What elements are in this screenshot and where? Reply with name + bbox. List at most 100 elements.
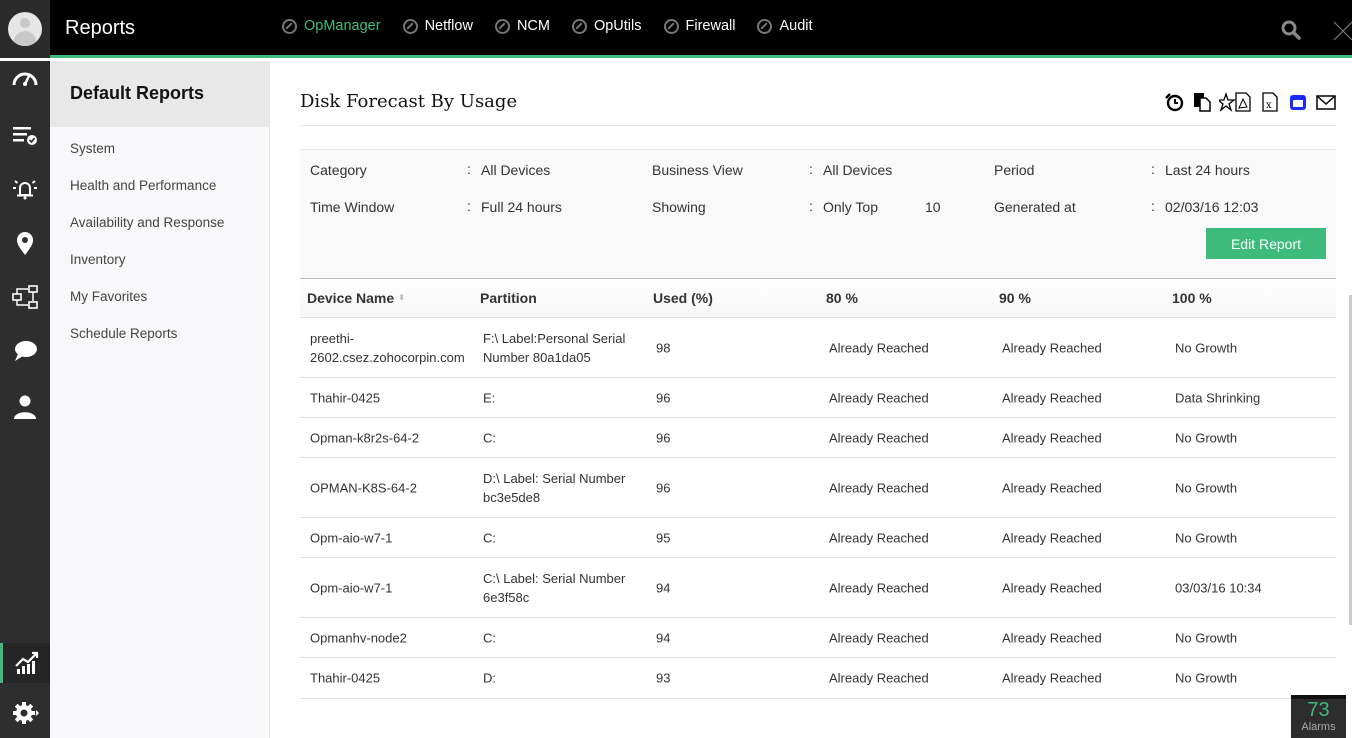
cell-100: No Growth — [1175, 430, 1238, 445]
cell-partition: E: — [483, 390, 496, 405]
nav-label: OpManager — [304, 18, 381, 34]
cell-used: 94 — [656, 580, 671, 595]
print-button[interactable] — [1287, 91, 1309, 113]
compass-icon — [757, 18, 773, 34]
cell-80: Already Reached — [829, 480, 929, 495]
settings-icon — [13, 702, 39, 724]
cell-90: Already Reached — [1002, 340, 1102, 355]
column-100: 100 % — [1172, 290, 1212, 306]
filter-label-generated-at: Generated at — [994, 199, 1076, 215]
rail-alarms[interactable] — [0, 169, 50, 209]
sidebar-item-health-performance[interactable]: Health and Performance — [50, 167, 269, 204]
cell-80: Already Reached — [829, 530, 929, 545]
compass-icon — [282, 18, 297, 34]
reports-sidebar: Default Reports System Health and Perfor… — [50, 61, 270, 738]
cell-100: No Growth — [1175, 480, 1238, 495]
edit-report-button[interactable]: Edit Report — [1206, 228, 1326, 259]
filter-value-generated-at: 02/03/16 12:03 — [1165, 199, 1259, 215]
cell-used: 98 — [656, 340, 671, 355]
app-title: Reports — [65, 17, 136, 39]
nav-label: Audit — [779, 18, 813, 34]
sidebar-item-availability-response[interactable]: Availability and Response — [50, 204, 269, 241]
user-icon — [14, 395, 36, 419]
colon: : — [467, 161, 471, 177]
cell-90: Already Reached — [1002, 390, 1102, 405]
column-label: Device Name — [307, 290, 395, 306]
compass-icon — [663, 18, 679, 34]
report-filters: Category : All Devices Business View : A… — [300, 149, 1336, 279]
cell-90: Already Reached — [1002, 430, 1102, 445]
schedule-button[interactable] — [1163, 91, 1185, 113]
table-row: preethi-2602.csez.zohocorpin.com F:\ Labe… — [300, 318, 1336, 378]
user-avatar-button[interactable] — [0, 0, 50, 58]
nav-oputils[interactable]: OpUtils — [571, 18, 642, 34]
rail-workflow[interactable] — [0, 277, 50, 317]
nav-audit[interactable]: Audit — [757, 18, 813, 34]
email-button[interactable] — [1315, 91, 1337, 113]
sort-icon[interactable]: ⬍ — [398, 293, 405, 302]
cell-partition: D:\ Label: Serial Number bc3e5de8 — [483, 470, 626, 505]
cell-100: No Growth — [1175, 340, 1238, 355]
sidebar-item-my-favorites[interactable]: My Favorites — [50, 278, 269, 315]
filter-label-period: Period — [994, 162, 1035, 178]
excel-button[interactable]: x — [1259, 91, 1281, 113]
cell-80: Already Reached — [829, 430, 929, 445]
cell-100: No Growth — [1175, 670, 1238, 686]
table-body: preethi-2602.csez.zohocorpin.com F:\ Labe… — [300, 318, 1336, 699]
alarms-icon — [13, 180, 37, 200]
table-row: OPMAN-K8S-64-2 D:\ Label: Serial Number b… — [300, 458, 1336, 518]
nav-opmanager[interactable]: OpManager — [282, 18, 381, 34]
inventory-icon — [13, 127, 37, 145]
copy-button[interactable] — [1191, 91, 1213, 113]
table-row: Opmanhv-node2 C: 94 Already Reached Already … — [300, 618, 1336, 658]
table-row: Thahir-0425 E: 96 Already Reached Already Re… — [300, 378, 1336, 418]
table-row: Thahir-0425 D: 93 Already Reached Already Re… — [300, 658, 1336, 699]
filter-label-time-window: Time Window — [310, 199, 395, 215]
nav-firewall[interactable]: Firewall — [663, 18, 735, 34]
close-icon[interactable] — [1332, 20, 1352, 40]
cell-device-name: Opmanhv-node2 — [310, 630, 407, 645]
page-title: Disk Forecast By Usage — [300, 91, 518, 112]
cell-device-name: Thahir-0425 — [310, 390, 381, 405]
divider — [300, 125, 1336, 126]
filter-value-category: All Devices — [481, 162, 551, 178]
favorite-pdf-icon — [1219, 92, 1251, 112]
nav-netflow[interactable]: Netflow — [402, 18, 473, 34]
cell-used: 94 — [656, 630, 671, 645]
nav-ncm[interactable]: NCM — [494, 18, 550, 34]
filter-value-showing-count: 10 — [925, 199, 941, 215]
colon: : — [1151, 161, 1155, 177]
product-nav: OpManager Netflow NCM OpUtils Firewall A… — [282, 18, 835, 34]
column-used: Used (%) — [653, 290, 713, 306]
table-header: Device Name ⬍ Partition Used (%) 80 % 90 … — [300, 279, 1336, 318]
rail-reports[interactable] — [0, 643, 50, 683]
rail-maps[interactable] — [0, 223, 50, 263]
compass-icon — [402, 18, 418, 34]
filter-value-time-window: Full 24 hours — [481, 199, 562, 215]
sidebar-title: Default Reports — [50, 61, 269, 127]
chat-icon — [15, 341, 37, 361]
sidebar-item-schedule-reports[interactable]: Schedule Reports — [50, 315, 269, 352]
rail-chat[interactable] — [0, 331, 50, 371]
maps-icon — [17, 232, 33, 255]
column-device-name[interactable]: Device Name ⬍ — [307, 290, 405, 306]
report-content: Disk Forecast By Usage x Category : All … — [270, 61, 1352, 738]
rail-users[interactable] — [0, 387, 50, 427]
sidebar-item-inventory[interactable]: Inventory — [50, 241, 269, 278]
rail-inventory[interactable] — [0, 115, 50, 155]
colon: : — [809, 161, 813, 177]
colon: : — [467, 198, 471, 214]
filter-value-showing: Only Top — [823, 199, 878, 215]
sidebar-item-system[interactable]: System — [50, 130, 269, 167]
cell-used: 96 — [656, 430, 671, 445]
cell-100: No Growth — [1175, 630, 1238, 645]
compass-icon — [571, 18, 587, 34]
favorite-pdf-button[interactable] — [1219, 91, 1253, 113]
rail-settings[interactable] — [0, 693, 50, 733]
alarms-badge[interactable]: 73 Alarms — [1291, 695, 1346, 738]
search-icon[interactable] — [1281, 20, 1301, 40]
rail-dashboard[interactable] — [0, 59, 50, 99]
cell-100: No Growth — [1175, 530, 1238, 545]
top-bar: Reports OpManager Netflow NCM OpUtils Fi… — [0, 0, 1352, 58]
cell-partition: C: — [483, 530, 496, 545]
